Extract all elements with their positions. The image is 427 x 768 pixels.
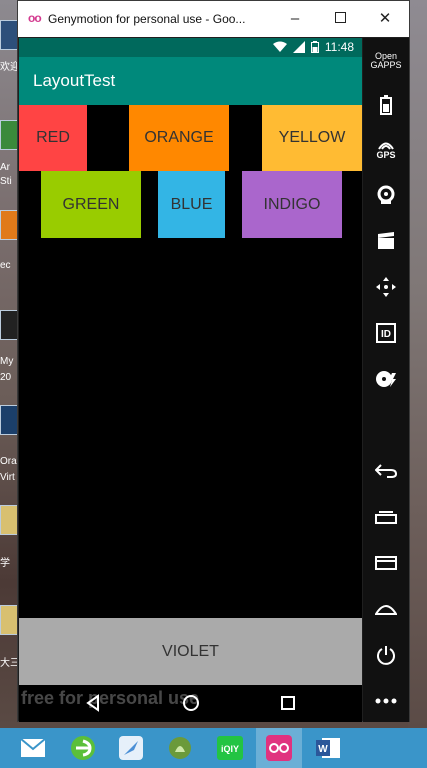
maximize-button[interactable]	[325, 7, 355, 31]
dpad-icon[interactable]	[371, 272, 401, 302]
signal-icon	[292, 41, 305, 53]
desktop-icon[interactable]	[0, 210, 18, 240]
android-studio-icon[interactable]	[165, 734, 195, 762]
indigo-box: INDIGO	[242, 171, 342, 238]
genymotion-logo-icon: oo	[28, 11, 42, 25]
nav-back-icon[interactable]	[84, 693, 104, 713]
word-app-icon[interactable]: W	[313, 734, 343, 762]
svg-text:W: W	[318, 744, 328, 755]
battery-icon[interactable]	[371, 90, 401, 120]
minimize-button[interactable]: –	[280, 7, 310, 31]
wifi-icon	[272, 41, 287, 52]
svg-text:ID: ID	[381, 329, 391, 340]
identifiers-icon[interactable]: ID	[371, 318, 401, 348]
maximize-icon	[334, 12, 346, 23]
window-title: Genymotion for personal use - Goo...	[48, 12, 246, 26]
back-icon[interactable]	[371, 456, 401, 486]
mail-app-icon[interactable]	[18, 734, 48, 762]
windows-taskbar: iQIY W	[0, 728, 427, 768]
more-icon[interactable]	[371, 686, 401, 716]
browser-app-icon[interactable]	[68, 734, 98, 762]
svg-text:iQIY: iQIY	[221, 744, 239, 754]
desktop-icon[interactable]	[0, 20, 18, 50]
violet-box: VIOLET	[19, 618, 362, 685]
desktop-icon[interactable]	[0, 605, 18, 635]
blue-box: BLUE	[158, 171, 225, 238]
android-nav-bar: free for personal use	[19, 685, 362, 722]
desktop-right-edge	[408, 0, 427, 728]
android-screen: 11:48 LayoutTest RED ORANGE YELLOW GREEN…	[19, 38, 362, 685]
watermark: free for personal use	[21, 688, 200, 708]
app-title: LayoutTest	[33, 71, 116, 90]
webcam-icon[interactable]	[371, 180, 401, 210]
orange-box: ORANGE	[129, 105, 229, 171]
yellow-box: YELLOW	[262, 105, 362, 171]
red-box: RED	[19, 105, 87, 171]
nav-recents-icon[interactable]	[278, 693, 298, 713]
green-box: GREEN	[41, 171, 141, 238]
status-bar: 11:48	[19, 38, 362, 57]
gps-icon[interactable]: GPS	[371, 135, 401, 165]
feather-app-icon[interactable]	[116, 734, 146, 762]
opengapps-icon[interactable]: Open GAPPS	[371, 46, 402, 76]
capture-icon[interactable]	[371, 226, 401, 256]
genymotion-taskbar-icon[interactable]	[256, 728, 302, 768]
recent-apps-icon[interactable]	[371, 502, 401, 532]
disk-icon[interactable]	[371, 364, 401, 394]
battery-status-icon	[310, 41, 319, 53]
app-bar: LayoutTest	[19, 57, 362, 105]
desktop-icon[interactable]	[0, 310, 18, 340]
window-titlebar[interactable]: oo Genymotion for personal use - Goo... …	[18, 1, 409, 37]
genymotion-window: oo Genymotion for personal use - Goo... …	[17, 0, 410, 722]
status-time: 11:48	[324, 40, 354, 54]
home-icon[interactable]	[371, 594, 401, 624]
menu-icon[interactable]	[371, 548, 401, 578]
desktop-icon[interactable]	[0, 505, 18, 535]
iqiyi-app-icon[interactable]: iQIY	[215, 734, 245, 762]
nav-home-icon[interactable]	[181, 693, 201, 713]
desktop-icons-column: 欢迎 Ar Sti ec My 20 Ora Virt 学 大三	[0, 0, 20, 728]
power-icon[interactable]	[371, 640, 401, 670]
desktop-icon[interactable]	[0, 405, 18, 435]
close-button[interactable]: ✕	[370, 7, 400, 31]
genymotion-sidebar: Open GAPPS GPS ID	[363, 38, 409, 722]
desktop-icon[interactable]	[0, 120, 18, 150]
